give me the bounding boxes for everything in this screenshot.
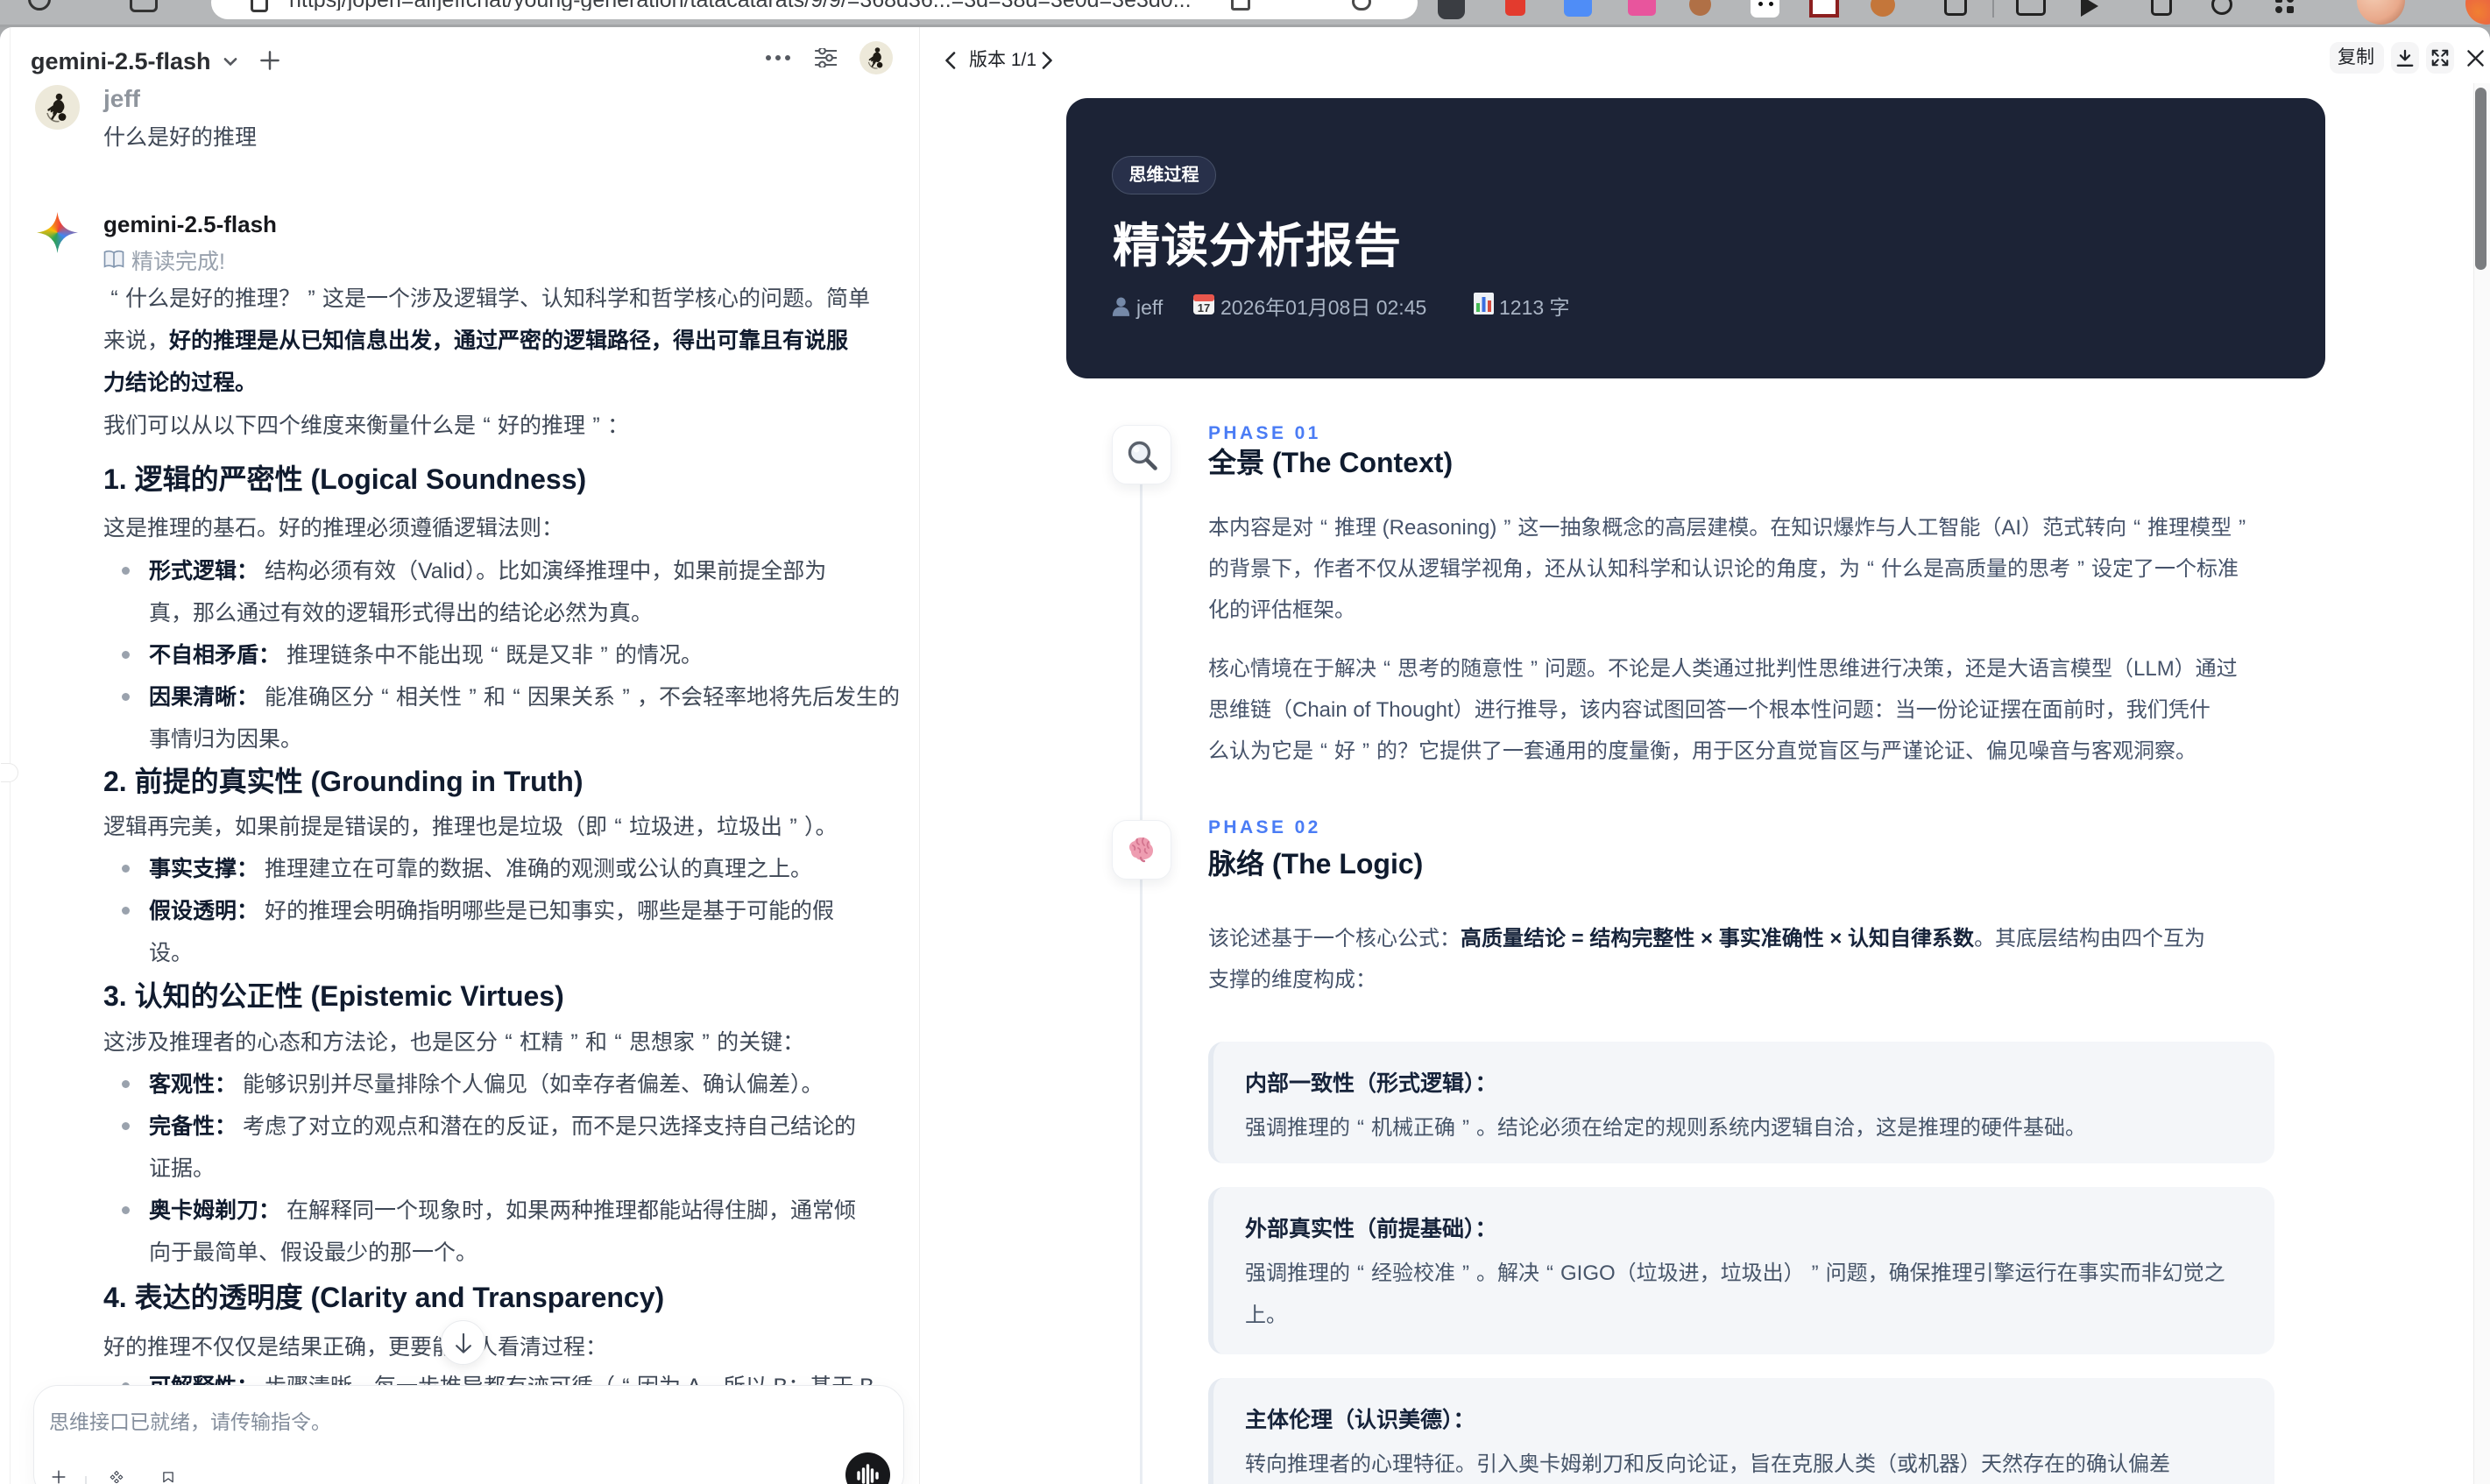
svg-text:17: 17 [1198,301,1210,314]
